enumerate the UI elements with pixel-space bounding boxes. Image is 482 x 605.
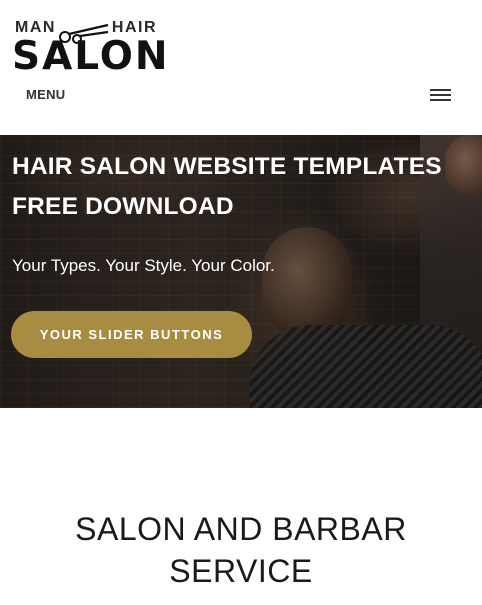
logo-text-salon: SALON <box>12 34 170 79</box>
slider-button[interactable]: YOUR SLIDER BUTTONS <box>11 311 252 358</box>
hero-subtitle: Your Types. Your Style. Your Color. <box>12 256 275 275</box>
section-title-line2: SERVICE <box>169 553 313 589</box>
site-header: MAN HAIR SALON MENU <box>0 0 482 135</box>
menu-label[interactable]: MENU <box>26 87 65 102</box>
section-title-line1: SALON AND BARBAR <box>75 511 407 547</box>
hero-title: HAIR SALON WEBSITE TEMPLATES FREE DOWNLO… <box>12 153 442 220</box>
hamburger-icon[interactable] <box>430 89 451 102</box>
site-logo[interactable]: MAN HAIR SALON <box>12 18 168 76</box>
section-title: SALON AND BARBAR SERVICE <box>0 508 482 592</box>
hero-slider: HAIR SALON WEBSITE TEMPLATES FREE DOWNLO… <box>0 135 482 408</box>
